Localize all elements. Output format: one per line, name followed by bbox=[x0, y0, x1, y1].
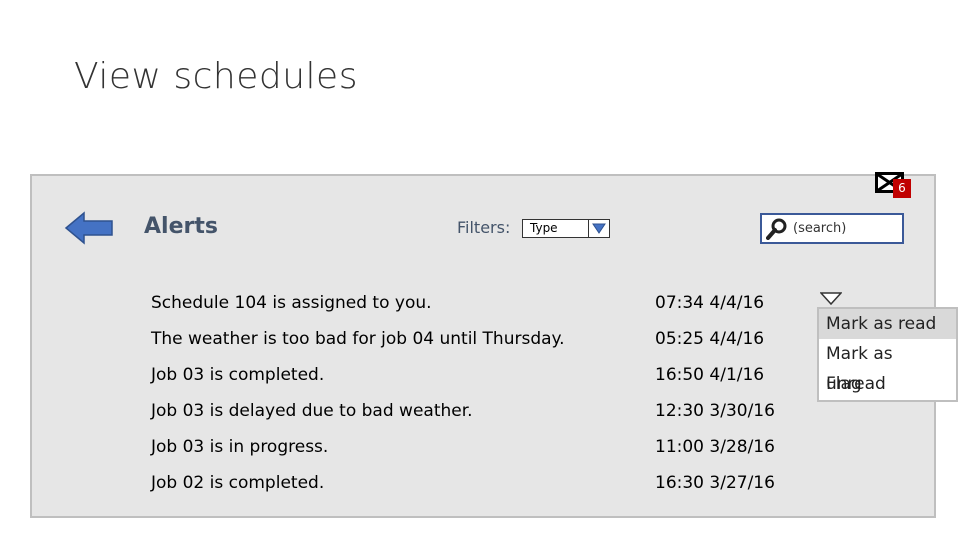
back-arrow-icon[interactable] bbox=[64, 211, 114, 245]
alert-message: Job 03 is in progress. bbox=[151, 437, 329, 457]
menu-item-mark-as-unread[interactable]: Mark as unread bbox=[819, 339, 956, 394]
alert-time: 16:50 4/1/16 bbox=[655, 365, 765, 385]
search-input[interactable]: (search) bbox=[760, 213, 904, 244]
alert-time: 16:30 3/27/16 bbox=[655, 473, 775, 493]
page-title: View schedules bbox=[74, 56, 358, 97]
type-filter-value: Type bbox=[530, 221, 558, 235]
alert-row[interactable]: Schedule 104 is assigned to you. 07:34 4… bbox=[151, 293, 791, 323]
alert-time: 12:30 3/30/16 bbox=[655, 401, 775, 421]
search-placeholder: (search) bbox=[793, 221, 847, 236]
alert-message: Schedule 104 is assigned to you. bbox=[151, 293, 432, 313]
menu-item-flag[interactable]: Flag bbox=[819, 369, 956, 399]
search-icon bbox=[766, 218, 788, 240]
alert-row[interactable]: Job 02 is completed. 16:30 3/27/16 bbox=[151, 473, 791, 503]
alert-message: The weather is too bad for job 04 until … bbox=[151, 329, 565, 349]
filters-label: Filters: bbox=[457, 218, 511, 237]
type-filter-select[interactable]: Type bbox=[522, 219, 610, 238]
alert-time: 07:34 4/4/16 bbox=[655, 293, 765, 313]
alert-time: 05:25 4/4/16 bbox=[655, 329, 765, 349]
chevron-down-icon[interactable] bbox=[588, 220, 609, 237]
alert-time: 11:00 3/28/16 bbox=[655, 437, 775, 457]
alert-row[interactable]: Job 03 is delayed due to bad weather. 12… bbox=[151, 401, 791, 431]
alerts-heading: Alerts bbox=[144, 214, 218, 239]
alert-message: Job 03 is completed. bbox=[151, 365, 325, 385]
alert-message: Job 02 is completed. bbox=[151, 473, 325, 493]
unread-count-badge: 6 bbox=[893, 179, 911, 198]
menu-item-mark-as-read[interactable]: Mark as read bbox=[819, 309, 956, 339]
alert-context-menu: Mark as read Mark as unread Flag bbox=[817, 307, 958, 402]
alert-row[interactable]: Job 03 is in progress. 11:00 3/28/16 bbox=[151, 437, 791, 467]
alert-message: Job 03 is delayed due to bad weather. bbox=[151, 401, 473, 421]
alert-row[interactable]: The weather is too bad for job 04 until … bbox=[151, 329, 791, 359]
chevron-down-icon[interactable] bbox=[819, 291, 843, 306]
alert-row[interactable]: Job 03 is completed. 16:50 4/1/16 bbox=[151, 365, 791, 395]
